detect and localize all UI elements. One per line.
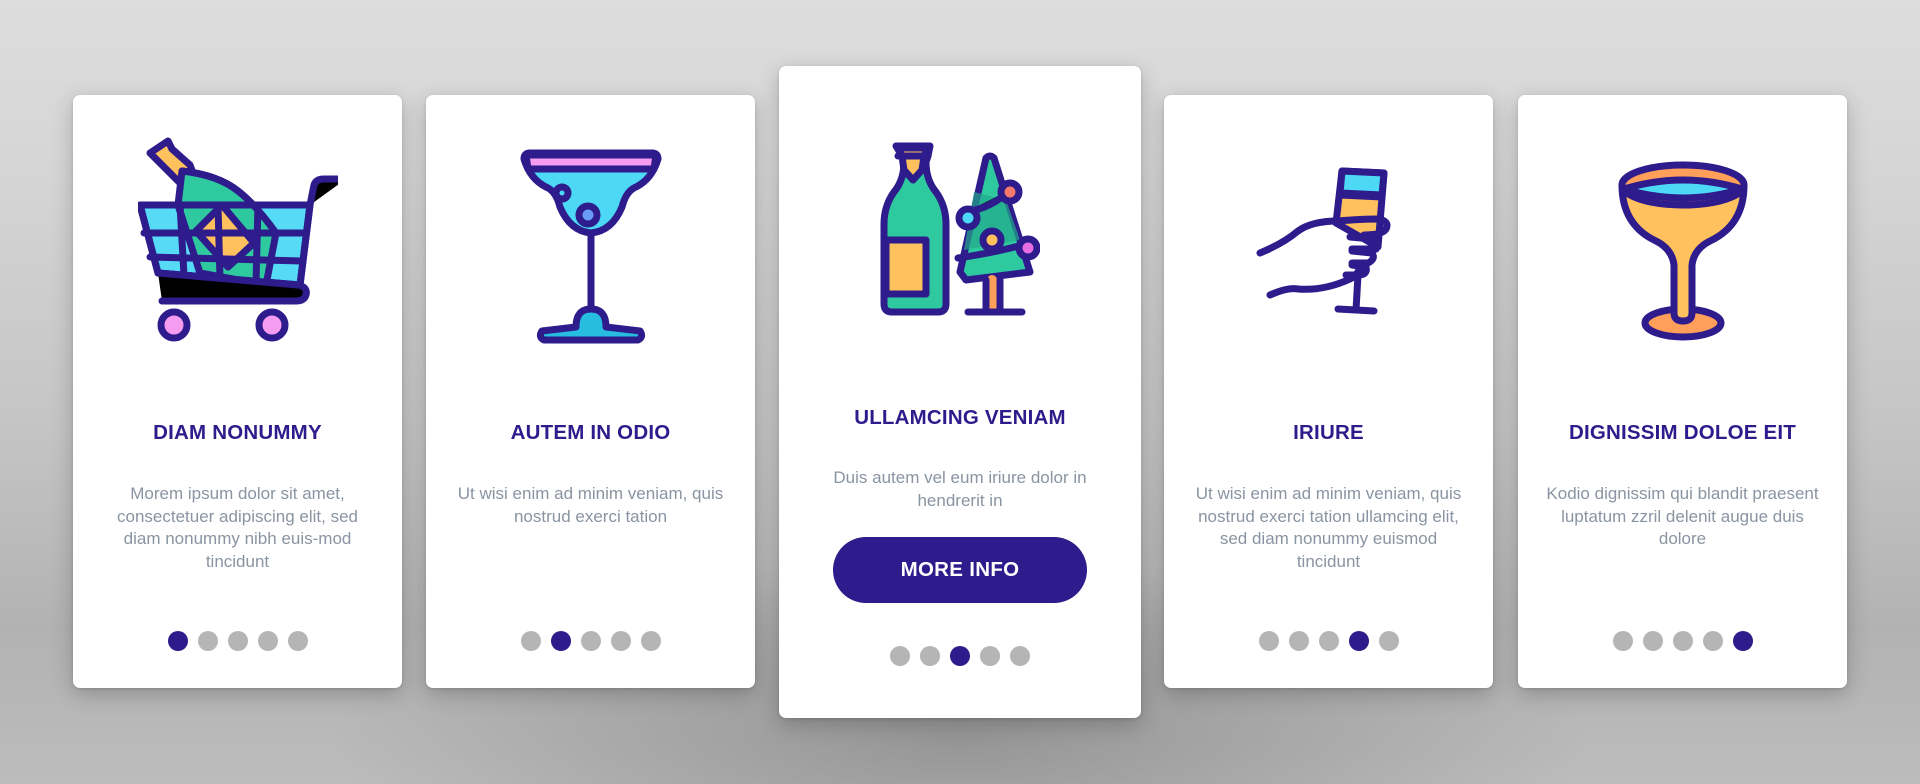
pagination-dots <box>1518 631 1847 651</box>
card-title: DIAM NONUMMY <box>153 421 322 444</box>
card-title: DIGNISSIM DOLOE EIT <box>1568 421 1797 444</box>
page-dot-5[interactable] <box>1378 631 1399 651</box>
page-dot-4[interactable] <box>257 631 278 651</box>
pagination-dots <box>1164 631 1493 651</box>
card-title: ULLAMCING VENIAM <box>854 406 1066 429</box>
margarita-glass-icon <box>520 149 661 344</box>
coupe-glass-icon <box>1618 161 1747 341</box>
more-info-button[interactable]: MORE INFO <box>833 537 1087 603</box>
page-dot-4[interactable] <box>1702 631 1723 651</box>
page-dot-1[interactable] <box>167 631 188 651</box>
onboarding-card-3: ULLAMCING VENIAM Duis autem vel eum iriu… <box>779 66 1141 718</box>
page-dot-3[interactable] <box>227 631 248 651</box>
illustration <box>426 135 755 360</box>
page-dot-2[interactable] <box>197 631 218 651</box>
page-dot-1[interactable] <box>520 631 541 651</box>
page-dot-5[interactable] <box>1010 646 1030 666</box>
page-dot-4[interactable] <box>1348 631 1369 651</box>
page-dot-4[interactable] <box>610 631 631 651</box>
page-dot-1[interactable] <box>1612 631 1633 651</box>
page-dot-3[interactable] <box>1672 631 1693 651</box>
illustration <box>1164 135 1493 360</box>
page-dot-3[interactable] <box>950 646 970 666</box>
pagination-dots <box>426 631 755 651</box>
page-dot-2[interactable] <box>1288 631 1309 651</box>
card-description: Morem ipsum dolor sit amet, consectetuer… <box>117 484 358 571</box>
pagination-dots <box>73 631 402 651</box>
page-dot-2[interactable] <box>550 631 571 651</box>
hand-holding-glass-icon <box>1256 167 1390 315</box>
shopping-cart-with-champagne-icon <box>137 137 338 342</box>
champagne-bottle-christmas-tree-icon <box>880 142 1040 316</box>
card-description: Ut wisi enim ad minim veniam, quis nostr… <box>457 484 724 526</box>
card-description: Ut wisi enim ad minim veniam, quis nostr… <box>1195 484 1462 571</box>
page-dot-2[interactable] <box>920 646 940 666</box>
page-dot-5[interactable] <box>1732 631 1753 651</box>
pagination-dots <box>779 646 1141 666</box>
card-title: AUTEM IN ODIO <box>510 421 671 444</box>
page-dot-4[interactable] <box>980 646 1000 666</box>
onboarding-card-5: DIGNISSIM DOLOE EIT Kodio dignissim qui … <box>1518 95 1847 688</box>
illustration <box>779 140 1141 340</box>
page-dot-1[interactable] <box>1258 631 1279 651</box>
card-description: Kodio dignissim qui blandit praesent lup… <box>1546 484 1819 548</box>
page-dot-2[interactable] <box>1642 631 1663 651</box>
page-dot-5[interactable] <box>640 631 661 651</box>
card-description: Duis autem vel eum iriure dolor in hendr… <box>833 468 1087 510</box>
page-dot-5[interactable] <box>287 631 308 651</box>
onboarding-card-4: IRIURE Ut wisi enim ad minim veniam, qui… <box>1164 95 1493 688</box>
page-dot-3[interactable] <box>1318 631 1339 651</box>
illustration <box>1518 135 1847 360</box>
card-title: IRIURE <box>1293 421 1364 444</box>
page-dot-1[interactable] <box>890 646 910 666</box>
page-dot-3[interactable] <box>580 631 601 651</box>
onboarding-card-2: AUTEM IN ODIO Ut wisi enim ad minim veni… <box>426 95 755 688</box>
onboarding-card-1: DIAM NONUMMY Morem ipsum dolor sit amet,… <box>73 95 402 688</box>
illustration <box>73 135 402 360</box>
